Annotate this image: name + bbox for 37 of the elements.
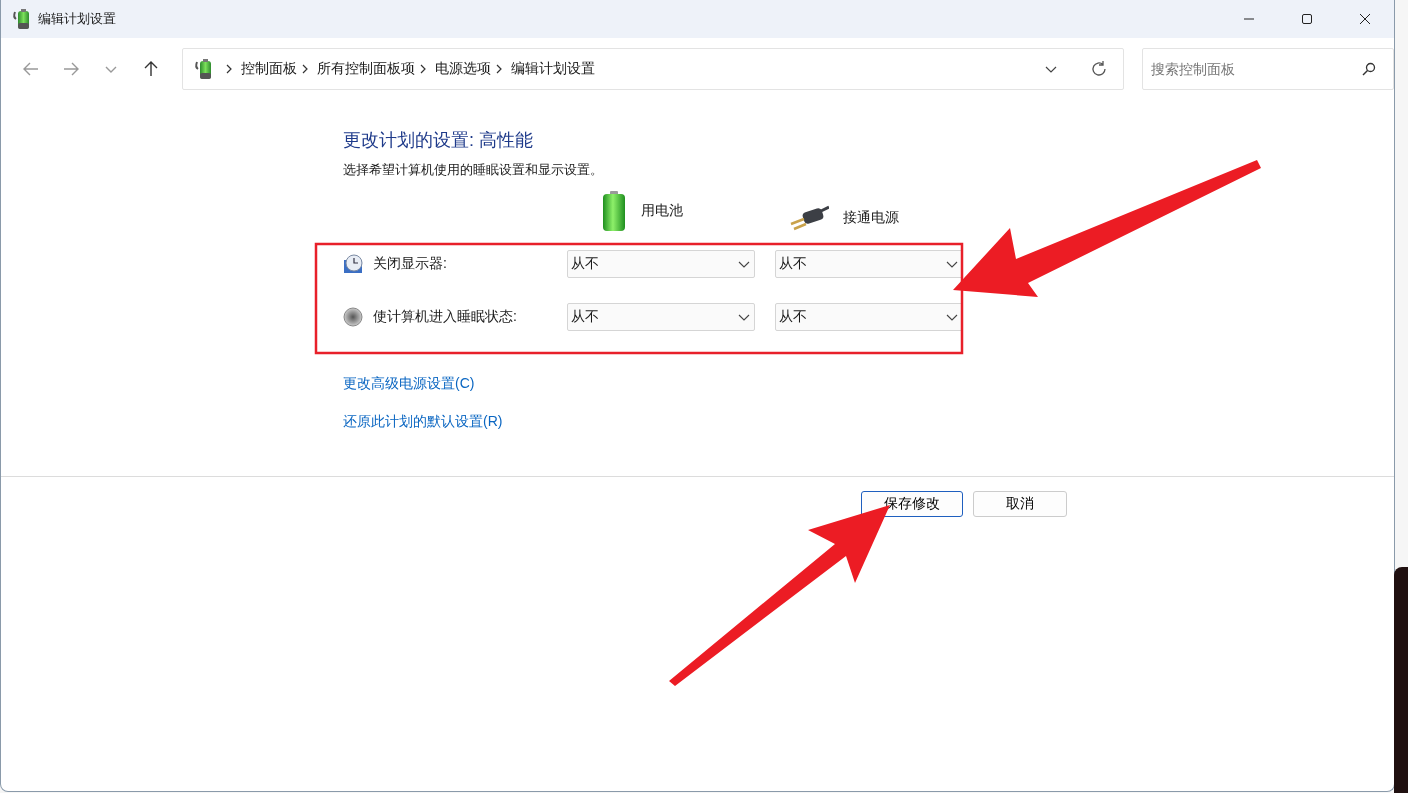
column-label: 接通电源 xyxy=(843,209,899,227)
maximize-icon xyxy=(1301,13,1313,25)
window-title: 编辑计划设置 xyxy=(38,10,116,28)
forward-arrow-icon xyxy=(62,60,80,78)
back-arrow-icon xyxy=(22,60,40,78)
dropdown[interactable]: 从不 xyxy=(775,303,963,331)
cancel-button[interactable]: 取消 xyxy=(973,491,1067,517)
page-heading: 更改计划的设置: 高性能 xyxy=(343,129,534,152)
battery-icon xyxy=(192,59,213,79)
refresh-icon xyxy=(1090,60,1108,78)
breadcrumb-item[interactable]: 电源选项 xyxy=(434,60,491,78)
address-bar[interactable]: 控制面板 所有控制面板项 电源选项 编辑计划设置 xyxy=(181,48,1124,90)
clock-icon xyxy=(343,254,363,274)
moon-icon xyxy=(343,307,363,327)
search-field[interactable]: 搜索控制面板 xyxy=(1142,48,1394,90)
dropdown[interactable]: 从不 xyxy=(567,303,755,331)
close-icon xyxy=(1359,13,1371,25)
power-plug-icon xyxy=(789,205,829,231)
breadcrumb-item[interactable]: 控制面板 xyxy=(240,60,297,78)
chevron-right-icon xyxy=(494,64,503,74)
battery-icon xyxy=(11,9,31,29)
dropdown[interactable]: 从不 xyxy=(567,250,755,278)
link[interactable]: 更改高级电源设置(C) xyxy=(343,375,475,393)
breadcrumb-item[interactable]: 编辑计划设置 xyxy=(510,60,595,78)
setting-label: 关闭显示器: xyxy=(373,255,447,273)
column-label: 用电池 xyxy=(641,202,683,220)
battery-icon xyxy=(601,191,627,231)
chevron-right-icon xyxy=(418,64,427,74)
search-icon xyxy=(1362,62,1376,76)
dropdown[interactable]: 从不 xyxy=(775,250,963,278)
link[interactable]: 还原此计划的默认设置(R) xyxy=(343,413,503,431)
chevron-right-icon xyxy=(224,64,233,74)
setting-label: 使计算机进入睡眠状态: xyxy=(373,308,517,326)
description-text: 选择希望计算机使用的睡眠设置和显示设置。 xyxy=(343,161,604,179)
up-arrow-icon xyxy=(142,60,160,78)
chevron-right-icon xyxy=(300,64,309,74)
breadcrumb-item[interactable]: 所有控制面板项 xyxy=(316,60,415,78)
